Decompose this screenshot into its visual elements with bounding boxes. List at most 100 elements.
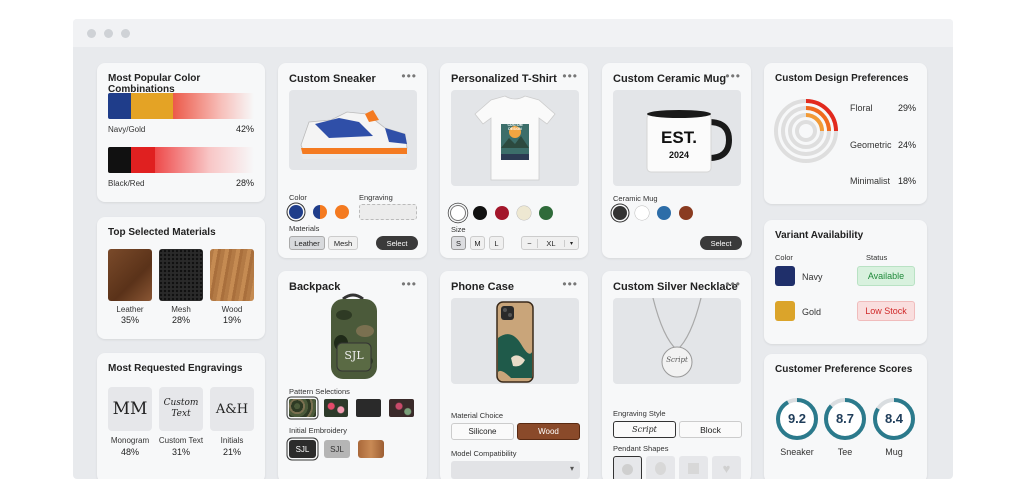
pendant-shape-heart[interactable]: ♥ <box>712 456 741 479</box>
preference-pct: 24% <box>897 140 916 150</box>
mesh-texture <box>159 249 203 301</box>
pattern-black[interactable] <box>356 399 381 417</box>
score-value: 8.4 <box>884 411 904 426</box>
color-swatch-white[interactable] <box>635 206 649 220</box>
color-swatch-navy-orange[interactable] <box>313 205 327 219</box>
material-pct: 19% <box>222 315 241 325</box>
card-title: Most Requested Engravings <box>108 363 243 374</box>
material-option-silicone[interactable]: Silicone <box>451 423 514 440</box>
material-option-mesh[interactable]: Mesh <box>328 236 358 250</box>
pattern-camo[interactable] <box>289 399 316 417</box>
window-control-dot[interactable] <box>87 28 96 38</box>
color-swatch-blue[interactable] <box>657 206 671 220</box>
material-option-wood[interactable]: Wood <box>517 423 580 440</box>
select-button[interactable]: Select <box>700 236 742 250</box>
necklace-image: Script <box>613 298 741 384</box>
card-title: Custom Ceramic Mug <box>613 73 727 85</box>
select-button[interactable]: Select <box>376 236 418 250</box>
card-title: Custom Design Preferences <box>775 73 909 84</box>
more-options-icon[interactable]: ••• <box>725 277 741 291</box>
window-titlebar <box>73 19 953 47</box>
compatibility-dropdown[interactable]: ▾ <box>451 461 580 479</box>
more-options-icon[interactable]: ••• <box>401 69 417 83</box>
color-label: Color <box>289 193 307 202</box>
style-option-block[interactable]: Block <box>679 421 742 438</box>
preference-label: Minimalist <box>850 176 891 186</box>
pendant-shape-oval[interactable] <box>646 456 675 479</box>
chevron-down-icon[interactable]: ▾ <box>564 239 578 247</box>
pattern-label: Pattern Selections <box>289 387 350 396</box>
style-option-script[interactable]: Script <box>613 421 676 438</box>
size-option-l[interactable]: L <box>489 236 504 250</box>
wood-texture <box>210 249 254 301</box>
more-options-icon[interactable]: ••• <box>562 277 578 291</box>
color-chip-navy <box>775 266 795 286</box>
pattern-floral[interactable] <box>324 399 348 417</box>
preference-label: Geometric <box>850 140 892 150</box>
engraving-pct: 31% <box>171 447 190 457</box>
color-swatch-maroon[interactable] <box>495 206 509 220</box>
combo-pct: 28% <box>235 178 254 188</box>
card-title: Most Popular Color Combinations <box>108 73 201 95</box>
backpack-monogram: SJL <box>344 349 364 362</box>
embroidery-option-dark[interactable]: SJL <box>289 440 316 458</box>
card-title: Phone Case <box>451 281 514 293</box>
variant-name: Navy <box>802 272 823 282</box>
color-swatch-white[interactable] <box>451 206 465 220</box>
color-swatch-navy[interactable] <box>289 205 303 219</box>
pattern-floral-dark[interactable] <box>389 399 414 417</box>
preference-label: Floral <box>850 103 873 113</box>
mug-image: EST. 2024 <box>613 90 741 186</box>
size-option-m[interactable]: M <box>470 236 485 250</box>
combo-label: Navy/Gold <box>108 125 146 134</box>
combo-pct: 42% <box>235 124 254 134</box>
backpack-card: Backpack ••• SJL Pattern Selections Init… <box>278 271 427 479</box>
more-options-icon[interactable]: ••• <box>562 69 578 83</box>
preferences-radial-chart <box>774 99 838 163</box>
card-title: Variant Availability <box>775 230 864 241</box>
mug-print-est: EST. <box>661 128 697 147</box>
pendant-shape-circle[interactable] <box>613 456 642 479</box>
engraving-label: Initials <box>220 436 244 445</box>
preference-pct: 29% <box>897 103 916 113</box>
decrement-button[interactable]: − <box>522 238 538 248</box>
custom-sneaker-card: Custom Sneaker ••• Color Engraving Mater… <box>278 63 427 258</box>
card-title: Personalized T-Shirt <box>451 73 557 85</box>
tshirt-image: CUSTOM DESIGN <box>451 90 579 186</box>
embroidery-option-wood[interactable] <box>358 440 384 458</box>
design-preferences-card: Custom Design Preferences Floral 29% Geo… <box>764 63 927 204</box>
color-swatch-cream[interactable] <box>517 206 531 220</box>
engraving-pct: 48% <box>120 447 139 457</box>
color-swatch-green[interactable] <box>539 206 553 220</box>
color-swatch-black[interactable] <box>613 206 627 220</box>
size-label: Size <box>451 225 466 234</box>
engraving-input[interactable] <box>359 204 417 220</box>
window-control-dot[interactable] <box>121 28 130 38</box>
monogram-glyph: MM <box>112 399 148 419</box>
embroidery-option-light[interactable]: SJL <box>324 440 350 458</box>
navy-gold-bar <box>108 93 254 119</box>
material-option-leather[interactable]: Leather <box>289 236 325 250</box>
color-swatch-brown[interactable] <box>679 206 693 220</box>
size-stepper[interactable]: − XL ▾ <box>521 236 579 250</box>
column-header-status: Status <box>866 253 888 262</box>
material-pct: 28% <box>171 315 190 325</box>
window-control-dot[interactable] <box>104 28 113 38</box>
engraving-label: Engraving <box>359 193 393 202</box>
color-swatch-orange[interactable] <box>335 205 349 219</box>
variant-name: Gold <box>802 307 822 317</box>
pendant-shape-square[interactable] <box>679 456 708 479</box>
size-option-s[interactable]: S <box>451 236 466 250</box>
engravings-card: Most Requested Engravings MM Custom Text… <box>97 353 265 479</box>
materials-card: Top Selected Materials Leather 35% Mesh … <box>97 217 265 339</box>
color-swatch-black[interactable] <box>473 206 487 220</box>
score-label: Tee <box>837 447 853 457</box>
status-badge: Low Stock <box>857 301 915 321</box>
status-badge: Available <box>857 266 915 286</box>
more-options-icon[interactable]: ••• <box>401 277 417 291</box>
custom-text-tile: Custom Text <box>159 387 203 431</box>
mug-card: Custom Ceramic Mug ••• EST. 2024 Ceramic… <box>602 63 751 258</box>
more-options-icon[interactable]: ••• <box>725 69 741 83</box>
material-label: Mesh <box>171 305 191 314</box>
score-label: Sneaker <box>780 447 814 457</box>
